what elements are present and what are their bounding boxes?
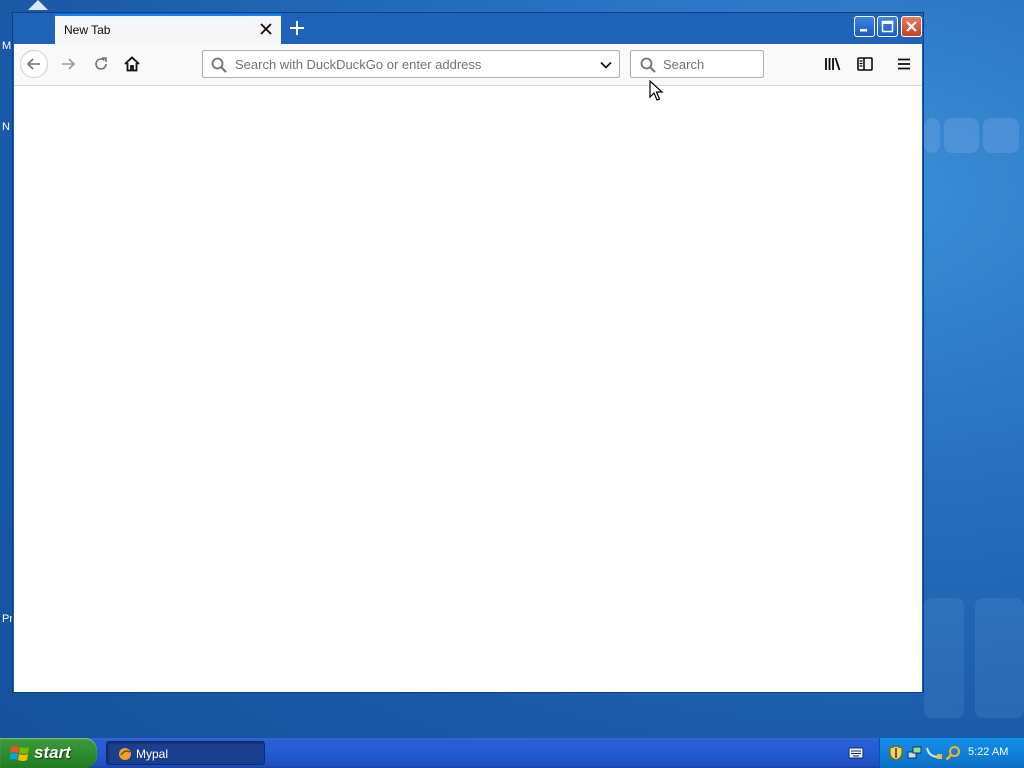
tab-close-icon[interactable] [257, 20, 275, 38]
desktop-tile [924, 118, 940, 153]
home-icon [124, 56, 140, 72]
forward-button[interactable] [54, 50, 82, 78]
network-icon[interactable] [907, 745, 923, 761]
taskbar-item-label: Mypal [136, 747, 169, 761]
new-tab-button[interactable] [287, 17, 307, 39]
back-button[interactable] [20, 50, 48, 78]
hamburger-menu-icon [898, 58, 910, 70]
search-icon [211, 57, 227, 73]
clock: 5:22 AM [968, 746, 1009, 758]
minimize-icon [860, 29, 867, 32]
tab-new-tab[interactable]: New Tab [55, 14, 281, 44]
arrow-left-icon [26, 58, 40, 70]
maximize-icon [881, 20, 894, 33]
tray-plug-icon[interactable] [925, 745, 943, 761]
mouse-cursor-icon [649, 80, 664, 101]
search-bar[interactable] [630, 50, 764, 78]
keyboard-icon[interactable] [848, 746, 864, 760]
library-button[interactable] [819, 50, 847, 78]
taskbar: start Mypal 5:22 AM [0, 738, 1024, 768]
library-icon [825, 57, 841, 71]
search-icon[interactable] [945, 745, 961, 761]
title-bar: New Tab [13, 13, 923, 44]
system-tray: 5:22 AM [879, 738, 1024, 768]
sidebar-button[interactable] [851, 50, 879, 78]
url-bar[interactable] [202, 50, 620, 78]
desktop-icon-label: M [2, 40, 12, 52]
home-button[interactable] [118, 50, 146, 78]
sidebar-icon [857, 57, 873, 71]
desktop-arrow-decoration [28, 0, 48, 10]
search-input[interactable] [661, 56, 763, 73]
close-window-button[interactable] [901, 16, 922, 37]
taskbar-item-mypal[interactable]: Mypal [106, 741, 265, 765]
desktop-tile [944, 118, 979, 153]
browser-window: New Tab [12, 12, 924, 693]
maximize-button[interactable] [877, 16, 898, 37]
start-label: start [34, 743, 71, 762]
reload-icon [95, 57, 107, 70]
search-icon [640, 57, 656, 73]
mypal-app-icon [119, 748, 131, 760]
url-input[interactable] [233, 56, 592, 73]
chevron-down-icon[interactable] [599, 58, 613, 72]
reload-button[interactable] [87, 50, 115, 78]
page-content[interactable] [14, 86, 922, 692]
desktop-tile [924, 598, 964, 718]
main-menu-button[interactable] [890, 50, 918, 78]
desktop-tile [983, 118, 1019, 153]
minimize-button[interactable] [854, 16, 875, 37]
windows-logo-icon [10, 746, 29, 761]
tab-title: New Tab [64, 23, 111, 37]
security-shield-icon[interactable] [889, 745, 903, 761]
desktop-tile [975, 598, 1024, 718]
start-button[interactable]: start [0, 738, 97, 768]
arrow-right-icon [62, 58, 76, 70]
navigation-toolbar [14, 44, 922, 86]
close-icon [906, 21, 917, 32]
desktop-icon-label: N [2, 121, 10, 133]
